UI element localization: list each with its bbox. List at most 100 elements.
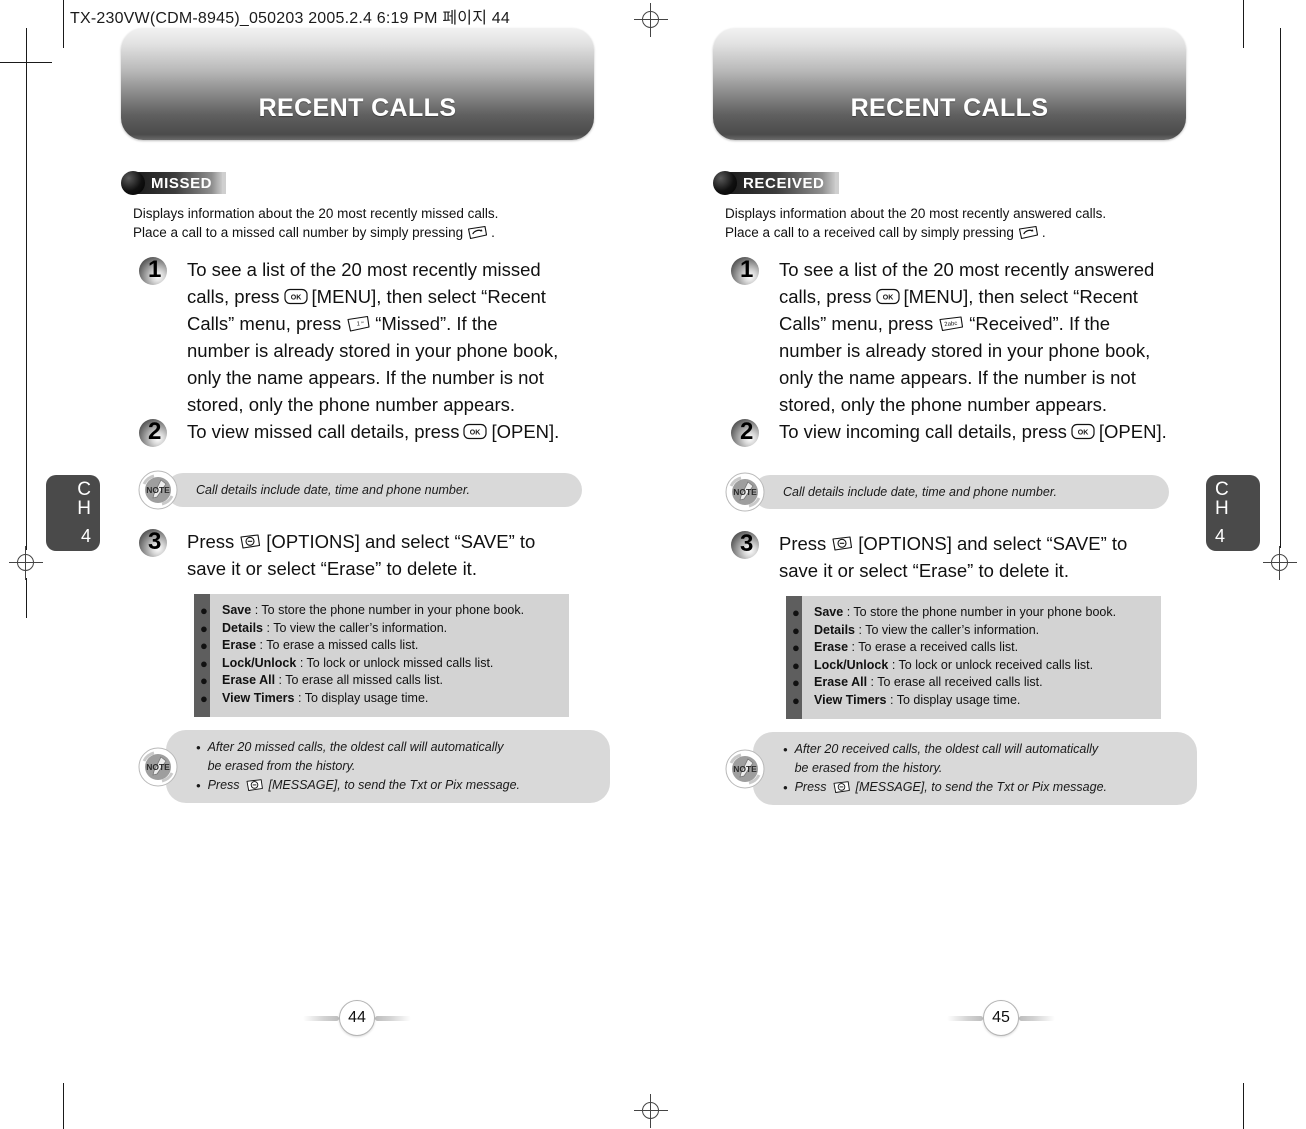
step-line: number is already stored in your phone b… bbox=[187, 340, 559, 361]
bullet-icon: • bbox=[196, 778, 201, 793]
note-line: [MESSAGE], to send the Txt or Pix messag… bbox=[855, 780, 1108, 794]
step-line: Press bbox=[779, 533, 827, 554]
step-line: To see a list of the 20 most recently mi… bbox=[187, 259, 541, 280]
section-heading: RECEIVED bbox=[713, 171, 839, 195]
intro-line-2: Place a call to a received call by simpl… bbox=[725, 225, 1014, 240]
note-line: Press bbox=[794, 780, 827, 794]
note-line: Press bbox=[207, 778, 240, 792]
step-text: Press [OPTIONS] and select “SAVE” to sav… bbox=[779, 530, 1127, 584]
option-desc: : To lock or unlock received calls list. bbox=[891, 657, 1094, 672]
note-block-2: NOTE • After 20 received calls, the olde… bbox=[725, 732, 1197, 805]
option-desc: : To erase all missed calls list. bbox=[278, 673, 443, 687]
step-number: 1 bbox=[740, 256, 754, 283]
option-desc: : To lock or unlock missed calls list. bbox=[299, 655, 494, 670]
step-2: 2 To view incoming call details, press O… bbox=[731, 418, 1167, 449]
intro-line-1: Displays information about the 20 most r… bbox=[725, 206, 1107, 221]
step-line: save it or select “Erase” to delete it. bbox=[779, 560, 1069, 581]
step-line: “Missed”. If the bbox=[375, 313, 498, 334]
options-key-icon bbox=[831, 780, 852, 795]
step-line: Calls” menu, press bbox=[779, 313, 934, 334]
note-body: • After 20 received calls, the oldest ca… bbox=[753, 732, 1197, 805]
chapter-tab-left: C H 4 bbox=[46, 475, 100, 551]
step-2: 2 To view missed call details, press OK … bbox=[139, 418, 559, 449]
option-item: ● Erase All : To erase all received calls… bbox=[792, 674, 1116, 692]
option-name: View Timers bbox=[814, 692, 887, 707]
page-number: 44 bbox=[297, 1000, 417, 1036]
step-number: 2 bbox=[148, 418, 162, 445]
note-list-item: • Press [MESSAGE], to send the Txt or Pi… bbox=[196, 776, 584, 795]
page-title: RECENT CALLS bbox=[850, 94, 1049, 122]
svg-text:NOTE: NOTE bbox=[733, 764, 757, 774]
svg-text:NOTE: NOTE bbox=[146, 485, 170, 495]
note-line: After 20 missed calls, the oldest call w… bbox=[207, 740, 504, 754]
bullet-icon: ● bbox=[200, 673, 208, 688]
page-number-value: 45 bbox=[983, 1000, 1019, 1036]
page-right: RECENT CALLS RECEIVED Displays informati… bbox=[653, 0, 1306, 1129]
option-item: ● Lock/Unlock : To lock or unlock receive… bbox=[792, 657, 1116, 675]
option-name: Save bbox=[814, 605, 844, 619]
page-title: RECENT CALLS bbox=[258, 94, 457, 122]
intro-period: . bbox=[1041, 225, 1046, 240]
intro-line-2: Place a call to a missed call number by … bbox=[133, 225, 464, 240]
svg-text:NOTE: NOTE bbox=[146, 762, 170, 772]
step-line: [OPEN]. bbox=[491, 421, 560, 442]
step-number-badge: 1 bbox=[731, 256, 765, 287]
bullet-icon: ● bbox=[792, 605, 800, 620]
step-1: 1 To see a list of the 20 most recently … bbox=[731, 256, 1154, 418]
option-name: Lock/Unlock bbox=[222, 655, 297, 670]
section-heading: MISSED bbox=[121, 171, 227, 195]
step-number: 1 bbox=[148, 256, 162, 283]
note-icon: NOTE bbox=[138, 470, 178, 510]
option-name: Erase All bbox=[814, 675, 868, 689]
page-number: 45 bbox=[941, 1000, 1061, 1036]
chapter-number: 4 bbox=[80, 526, 91, 546]
options-key-icon bbox=[238, 533, 262, 551]
step-line: [OPTIONS] and select “SAVE” to bbox=[858, 533, 1128, 554]
step-line: stored, only the phone number appears. bbox=[779, 394, 1108, 415]
bullet-icon: ● bbox=[200, 638, 208, 653]
note-text: After 20 received calls, the oldest call… bbox=[795, 740, 1099, 778]
step-line: Calls” menu, press bbox=[187, 313, 342, 334]
option-desc: : To store the phone number in your phon… bbox=[846, 605, 1117, 619]
step-text: To view missed call details, press OK [O… bbox=[187, 418, 559, 445]
options-list: ● Save : To store the phone number in you… bbox=[792, 596, 1130, 719]
send-key-icon bbox=[1017, 225, 1039, 240]
note-list-item: • Press [MESSAGE], to send the Txt or Pi… bbox=[783, 778, 1171, 797]
note-body: Call details include date, time and phon… bbox=[753, 475, 1169, 509]
svg-text:OK: OK bbox=[882, 295, 893, 302]
page-banner: RECENT CALLS bbox=[121, 28, 594, 140]
option-name: Details bbox=[222, 620, 263, 635]
step-line: To see a list of the 20 most recently an… bbox=[779, 259, 1155, 280]
bullet-icon: ● bbox=[792, 622, 800, 638]
option-desc: : To view the caller’s information. bbox=[858, 622, 1040, 637]
option-item: ● Details : To view the caller’s informat… bbox=[200, 620, 524, 638]
options-key-icon bbox=[244, 778, 265, 793]
option-name: View Timers bbox=[222, 690, 295, 705]
ok-key-icon: OK bbox=[283, 288, 308, 305]
note-icon: NOTE bbox=[725, 749, 765, 789]
option-desc: : To erase a received calls list. bbox=[851, 640, 1019, 654]
intro-period: . bbox=[491, 225, 495, 240]
chapter-number: 4 bbox=[1215, 526, 1226, 546]
note-line: [MESSAGE], to send the Txt or Pix messag… bbox=[268, 778, 521, 792]
option-name: Erase bbox=[814, 640, 849, 654]
page-number-wing-right bbox=[375, 1016, 411, 1021]
option-name: Lock/Unlock bbox=[814, 657, 889, 672]
note-icon: NOTE bbox=[138, 747, 178, 787]
section-label: RECEIVED bbox=[729, 172, 835, 194]
option-item: ● View Timers : To display usage time. bbox=[200, 690, 524, 708]
bullet-icon: • bbox=[196, 740, 201, 755]
option-name: Details bbox=[814, 622, 855, 637]
options-key-icon bbox=[830, 535, 854, 553]
step-3: 3 Press [OPTIONS] and select “SAVE” to s… bbox=[731, 530, 1127, 584]
step-line: Press bbox=[187, 531, 235, 552]
note-line: be erased from the history. bbox=[794, 761, 943, 775]
step-line: [MENU], then select “Recent bbox=[311, 286, 546, 307]
note-block-1: NOTE Call details include date, time and… bbox=[138, 470, 582, 510]
note-icon: NOTE bbox=[725, 472, 765, 512]
note-list-item: • After 20 received calls, the oldest ca… bbox=[783, 740, 1171, 778]
step-line: stored, only the phone number appears. bbox=[187, 394, 516, 415]
bullet-icon: • bbox=[783, 780, 788, 795]
step-number: 3 bbox=[740, 530, 754, 557]
ok-key-icon: OK bbox=[1071, 423, 1095, 440]
